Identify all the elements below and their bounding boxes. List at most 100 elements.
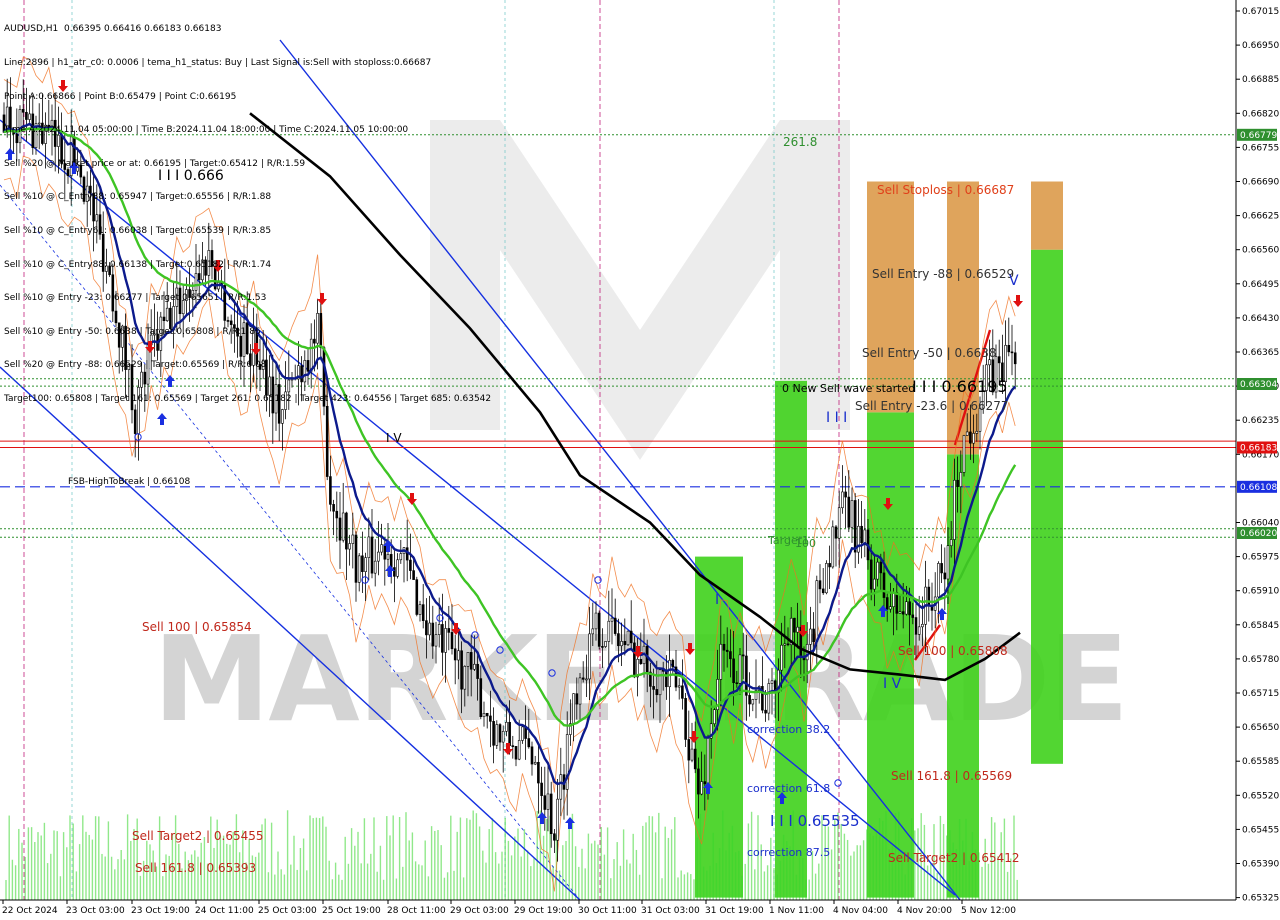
bear-candle-body [623, 641, 627, 646]
x-tick-label: 31 Oct 19:00 [705, 906, 764, 916]
annotation-label: correction 61.8 [747, 782, 830, 795]
bull-candle-body [706, 737, 710, 785]
bull-candle-body [572, 693, 575, 724]
y-tick-label: 0.65910 [1242, 587, 1279, 597]
bull-candle-body [380, 544, 383, 553]
annotation-label: 0 New Sell wave started [782, 382, 915, 395]
bear-candle-body [549, 793, 553, 835]
x-tick-label: 1 Nov 11:00 [769, 906, 824, 916]
bear-candle-body [879, 561, 883, 574]
bull-candle-body [610, 617, 614, 622]
bear-candle-body [834, 526, 838, 539]
bull-candle-body [341, 512, 345, 541]
y-tick-label: 0.66560 [1242, 246, 1279, 256]
bear-candle-body [383, 544, 387, 560]
bear-candle-body [725, 649, 729, 652]
bear-candle-body [645, 645, 649, 673]
x-tick-label: 25 Oct 19:00 [322, 906, 381, 916]
bear-candle-body [748, 695, 751, 705]
bull-candle-body [780, 644, 783, 671]
bear-candle-body [361, 555, 364, 572]
bull-candle-body [399, 553, 403, 561]
bear-candle-body [652, 686, 655, 690]
bear-candle-body [655, 689, 659, 696]
bull-candle-body [444, 628, 447, 653]
info-line: Sell %10 @ C_Entry38: 0.65947 | Target:0… [4, 192, 272, 203]
orange-zone [1031, 181, 1063, 250]
bear-candle-body [469, 652, 473, 670]
bear-candle-body [543, 795, 547, 810]
bull-candle-body [386, 554, 390, 560]
info-line: Target100: 0.65808 | Target 161: 0.65569… [4, 393, 492, 404]
bear-candle-body [943, 572, 947, 580]
bear-candle-body [764, 709, 767, 714]
bull-candle-body [850, 500, 854, 528]
bear-candle-body [389, 554, 393, 568]
bear-candle-body [684, 698, 687, 740]
bull-candle-body [607, 620, 611, 642]
bear-candle-body [882, 572, 886, 598]
bear-candle-body [329, 476, 332, 505]
bull-candle-body [604, 641, 607, 647]
bear-candle-body [489, 715, 492, 722]
y-tick-label: 0.65780 [1242, 655, 1279, 665]
bull-candle-body [809, 628, 812, 645]
bull-candle-body [825, 563, 828, 594]
bear-candle-body [997, 356, 1001, 364]
indicator-info-panel: AUDUSD,H1 0.66395 0.66416 0.66183 0.6618… [4, 2, 491, 416]
bear-candle-body [415, 579, 419, 615]
bull-candle-body [505, 721, 508, 732]
bear-candle-body [431, 622, 435, 647]
bull-candle-body [677, 685, 681, 688]
y-tick-label: 0.65455 [1242, 825, 1279, 835]
bear-candle-body [895, 592, 899, 614]
bear-candle-body [553, 833, 556, 841]
y-tick-label: 0.66755 [1242, 143, 1279, 153]
x-tick-label: 22 Oct 2024 [2, 906, 58, 916]
bull-candle-body [495, 724, 499, 746]
candle [962, 434, 966, 477]
x-tick-label: 23 Oct 03:00 [66, 906, 125, 916]
bear-candle-body [812, 628, 815, 643]
y-tick-label: 0.66885 [1242, 75, 1279, 85]
annotation-label: Sell Stoploss | 0.66687 [877, 183, 1014, 197]
annotation-label: I V [883, 676, 902, 692]
price-tag-label: 0.66183 [1240, 443, 1277, 453]
y-tick-label: 0.66690 [1242, 178, 1279, 188]
candle [831, 520, 835, 569]
info-line: Point A:0.66866 | Point B:0.65479 | Poin… [4, 91, 237, 102]
annotation-label: V [1009, 273, 1019, 289]
bull-candle-body [921, 623, 924, 628]
annotation-label: correction 38.2 [747, 723, 830, 736]
bear-candle-body [1013, 352, 1017, 365]
bull-candle-body [837, 507, 841, 539]
bull-candle-body [857, 525, 860, 553]
bear-candle-body [409, 559, 412, 571]
bear-candle-body [908, 601, 911, 616]
bear-candle-body [412, 570, 415, 580]
bull-candle-body [738, 654, 742, 684]
bear-candle-body [354, 534, 358, 583]
bull-candle-body [348, 543, 351, 550]
annotation-label: 261.8 [783, 135, 817, 149]
watermark-text: MARKETTRADE [153, 610, 1127, 748]
bull-candle-body [434, 634, 438, 647]
bull-candle-body [975, 430, 979, 434]
bear-candle-body [492, 721, 495, 746]
annotation-label: FSB-HighToBreak | 0.66108 [68, 477, 190, 487]
annotation-label: Sell 161.8 | 0.65569 [891, 769, 1012, 783]
bull-candle-body [770, 680, 774, 684]
y-tick-label: 0.65520 [1242, 791, 1279, 801]
bull-candle-body [972, 433, 975, 444]
bull-candle-body [428, 622, 431, 636]
bear-candle-body [665, 671, 668, 688]
bear-candle-body [335, 510, 339, 519]
y-tick-label: 0.66820 [1242, 109, 1279, 119]
bull-candle-body [965, 431, 969, 436]
bear-candle-body [338, 517, 342, 541]
bull-candle-body [521, 726, 524, 741]
bear-candle-body [441, 624, 444, 653]
candle [495, 720, 499, 749]
bull-candle-body [533, 761, 537, 765]
bull-candle-body [751, 699, 755, 705]
